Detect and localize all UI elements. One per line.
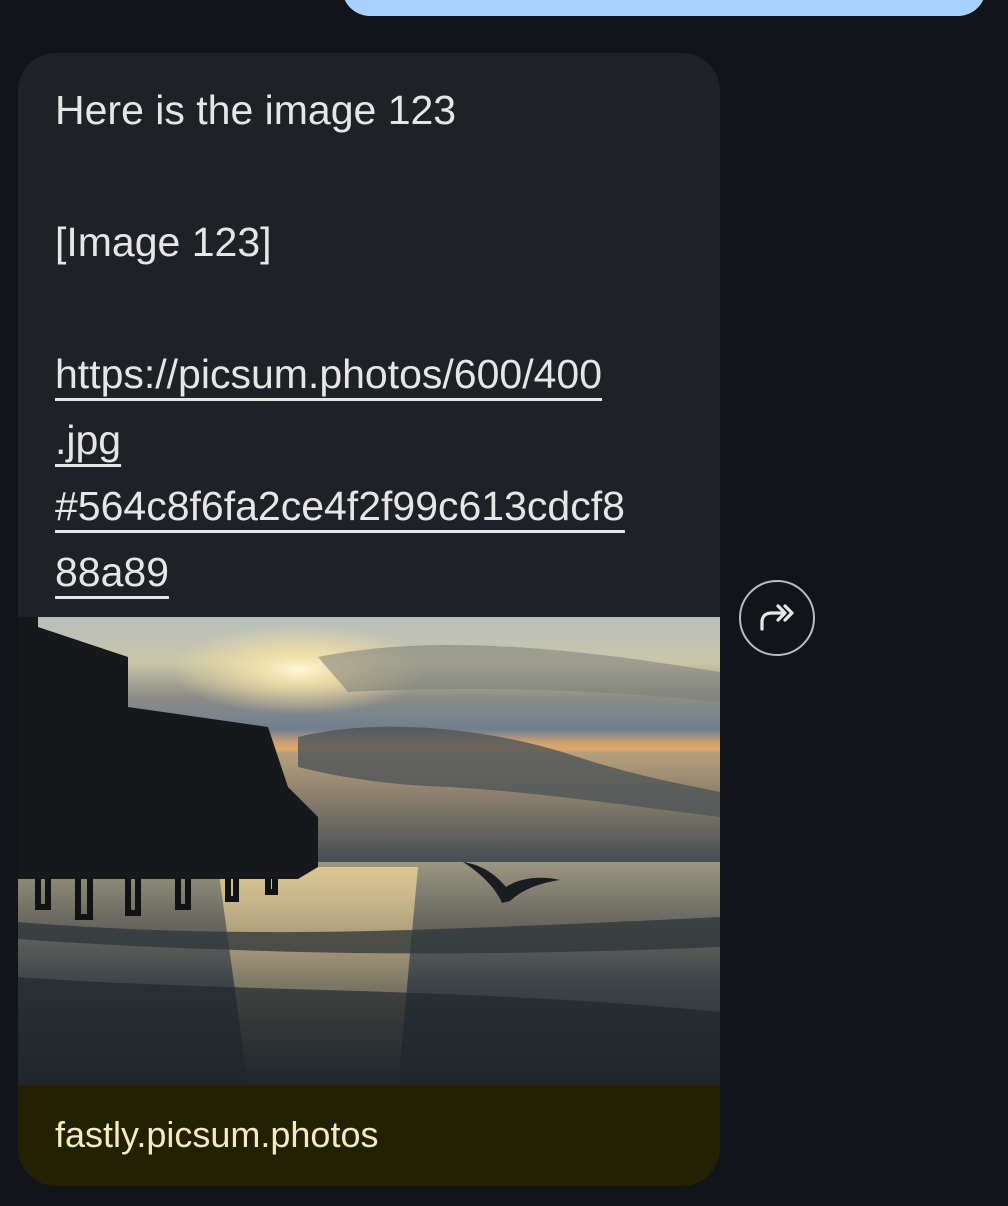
message-line: Here is the image 123 (55, 87, 457, 133)
conversation-screen: Here is the image 123 [Image 123] https:… (0, 0, 1008, 1206)
image-url-link[interactable]: 88a89 (55, 549, 169, 595)
link-preview-domain: fastly.picsum.photos (55, 1114, 379, 1155)
sent-message-bubble[interactable] (342, 0, 986, 16)
image-url-link[interactable]: .jpg (55, 417, 121, 463)
forward-message-button[interactable] (739, 580, 815, 656)
image-url-link[interactable]: #564c8f6fa2ce4f2f99c613cdcf8 (55, 483, 625, 529)
received-message-bubble[interactable]: Here is the image 123 [Image 123] https:… (18, 53, 720, 1186)
message-text: Here is the image 123 [Image 123] https:… (55, 77, 695, 605)
link-preview-image[interactable] (18, 617, 720, 1085)
image-url-link[interactable]: https://picsum.photos/600/400 (55, 351, 602, 397)
image-placeholder-text: [Image 123] (55, 219, 272, 265)
forward-icon (760, 604, 794, 631)
link-preview-footer[interactable]: fastly.picsum.photos (18, 1085, 720, 1186)
